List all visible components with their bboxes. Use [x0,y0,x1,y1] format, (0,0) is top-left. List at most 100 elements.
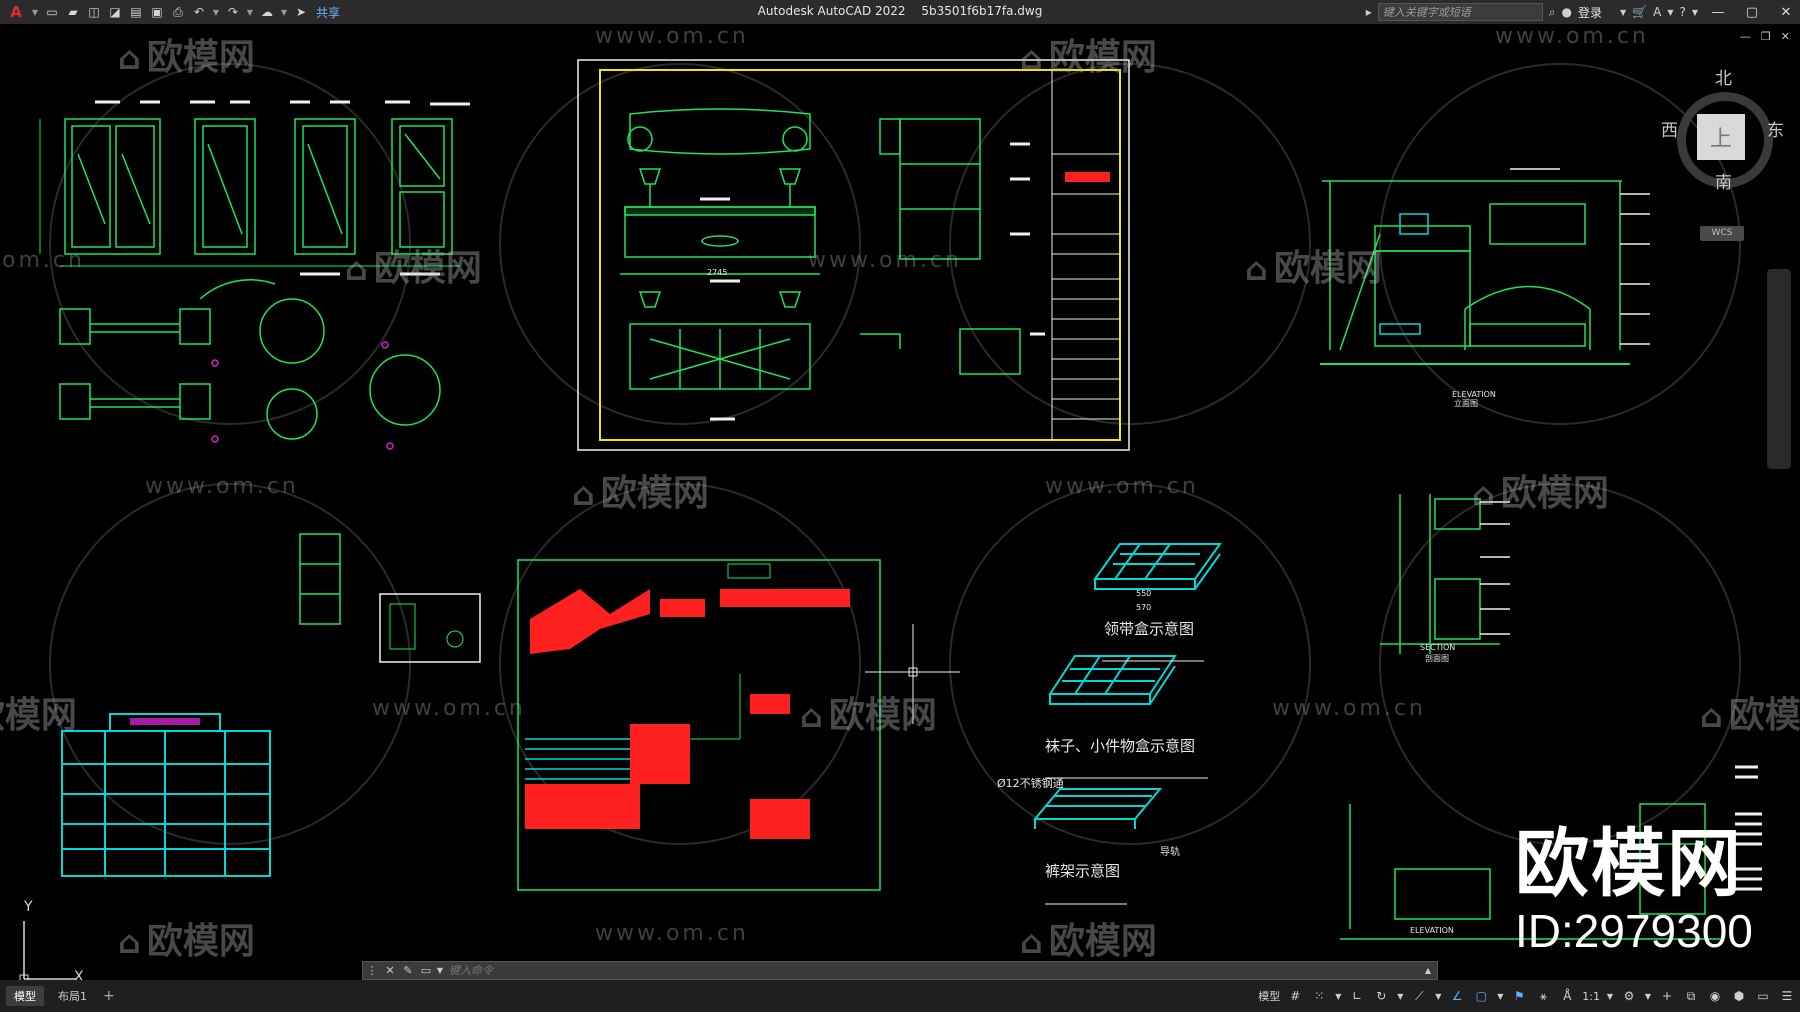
save-web-icon[interactable]: ▣ [149,4,165,20]
dim-2745-label: 2745 [707,268,728,277]
quick-properties-icon[interactable]: ◉ [1706,989,1724,1003]
plot-icon[interactable]: ⎙ [170,4,186,20]
chevron-down-icon[interactable]: ▼ [1334,992,1342,1001]
drawing-close-button[interactable]: ✕ [1781,30,1790,43]
dim-570-label: 570 [1136,603,1152,612]
tab-model[interactable]: 模型 [6,986,44,1006]
watermark-url: www.om.cn [1495,24,1649,49]
maximize-button[interactable]: ▢ [1738,5,1766,20]
customize-dropdown-icon[interactable]: ▼ [280,4,288,20]
tab-layout1[interactable]: 布局1 [50,986,95,1006]
workspace-icon[interactable]: ☁ [259,4,275,20]
watermark-site-cn: 欧模网 [1020,912,1157,964]
navigation-bar[interactable] [1767,269,1791,469]
clean-screen-icon[interactable]: ▭ [1754,989,1772,1003]
open-folder-icon[interactable]: ▰ [65,4,81,20]
undo-icon[interactable]: ↶ [191,4,207,20]
save-as-icon[interactable]: ◪ [107,4,123,20]
plus-icon[interactable]: + [1658,989,1676,1003]
login-button[interactable]: 登录 [1578,4,1602,21]
a360-icon[interactable]: A [1653,5,1661,19]
bed-leaders [1510,168,1650,345]
add-layout-icon[interactable]: + [103,988,115,1004]
status-tools: 模型 # ⁙ ▼ ∟ ↻ ▼ ⟋ ▼ ∠ ▢ ▼ ⚑ ⚹ Å 1:1 ▼ ⚙ ▼… [1258,980,1796,1012]
elevation-cn-label: 立面图 [1454,399,1478,408]
redo-dropdown-icon[interactable]: ▼ [246,4,254,20]
status-bar: 模型 布局1 + 模型 # ⁙ ▼ ∟ ↻ ▼ ⟋ ▼ ∠ ▢ ▼ ⚑ ⚹ Å … [0,980,1800,1012]
pipe-label: Ø12不锈钢通 [997,777,1064,790]
redo-icon[interactable]: ↷ [225,4,241,20]
command-input[interactable] [445,964,1419,977]
elevation-bottom-label: ELEVATION [1410,926,1454,935]
annotation-scale-icon[interactable]: Å [1558,989,1576,1003]
ucs-icon: Y X [14,899,94,980]
help-icon[interactable]: ? [1679,5,1685,19]
compass-east[interactable]: 东 [1767,116,1784,141]
compass-south[interactable]: 南 [1715,168,1732,193]
chevron-right-icon[interactable]: ▸ [1366,5,1372,19]
graphics-performance-icon[interactable]: ⬢ [1730,989,1748,1003]
new-file-icon[interactable]: ▭ [44,4,60,20]
close-button[interactable]: ✕ [1772,5,1800,20]
search-icon[interactable]: ⌕ [1549,5,1556,20]
chevron-up-icon[interactable]: ▲ [1419,966,1437,975]
watermark-site-cn: 欧模网 [1472,464,1609,516]
annotation-visibility-icon[interactable]: ⚑ [1510,989,1528,1003]
units-icon[interactable]: ⧉ [1682,989,1700,1004]
view-cube[interactable]: 上 北 南 西 东 WCS [1661,64,1784,241]
compass-west[interactable]: 西 [1661,116,1678,141]
compass-north[interactable]: 北 [1715,64,1732,89]
watermark-site-cn: 欧模网 [118,28,255,80]
customize-menu-icon[interactable]: ☰ [1778,989,1796,1003]
customize-icon[interactable]: ✎ [399,964,417,977]
undo-dropdown-icon[interactable]: ▼ [212,4,220,20]
socks-box-label: 袜子、小件物盒示意图 [1045,737,1196,755]
watermark-site-cn: 欧模网 [118,912,255,964]
command-history-icon[interactable]: ▭ [417,964,435,977]
chevron-down-icon[interactable]: ▼ [435,966,445,975]
chevron-down-icon[interactable]: ▼ [1496,992,1504,1001]
auto-scale-icon[interactable]: ⚹ [1534,989,1552,1004]
cart-icon[interactable]: 🛒 [1632,5,1647,19]
grid-icon[interactable]: # [1286,989,1304,1003]
search-input[interactable]: 键入关键字或短语 [1377,3,1543,21]
chevron-down-icon[interactable]: ▼ [1667,8,1673,17]
file-name: 5b3501f6b17fa.dwg [921,4,1043,18]
polar-icon[interactable]: ↻ [1372,989,1390,1003]
close-icon[interactable]: ✕ [381,964,399,977]
chevron-down-icon[interactable]: ▼ [1692,8,1698,17]
chevron-down-icon[interactable]: ▼ [1644,992,1652,1001]
object-snap-tracking-icon[interactable]: ∠ [1448,989,1466,1003]
wardrobe-section [1380,494,1500,654]
model-space-button[interactable]: 模型 [1258,988,1280,1004]
chevron-down-icon[interactable]: ▼ [1606,992,1614,1001]
chevron-down-icon[interactable]: ▼ [1396,992,1404,1001]
ortho-icon[interactable]: ∟ [1348,989,1366,1003]
center-dim-labels [700,142,1045,421]
door-plan-sections [59,279,441,440]
title-bar: A ▼ ▭ ▰ ◫ ◪ ▤ ▣ ⎙ ↶ ▼ ↷ ▼ ☁ ▼ ➤ 共享 Autod… [0,0,1800,24]
share-icon[interactable]: ➤ [293,4,309,20]
rail-label: 导轨 [1160,847,1180,858]
snap-icon[interactable]: ⁙ [1310,989,1328,1003]
minimize-button[interactable]: — [1704,5,1732,20]
grip-icon[interactable]: ⋮ [363,964,381,977]
open-web-icon[interactable]: ▤ [128,4,144,20]
drawing-canvas[interactable]: 欧模网 www.om.cn 欧模网 www.om.cn om.cn 欧模网 ww… [0,24,1800,980]
autocad-logo-icon[interactable]: A [6,3,26,21]
workspace-gear-icon[interactable]: ⚙ [1620,989,1638,1003]
annotation-scale-value[interactable]: 1:1 [1582,990,1600,1003]
wcs-menu[interactable]: WCS [1700,226,1744,241]
chevron-down-icon[interactable]: ▼ [31,4,39,20]
ucs-x-label: X [74,969,84,980]
save-icon[interactable]: ◫ [86,4,102,20]
share-button[interactable]: 共享 [316,4,340,21]
chevron-down-icon[interactable]: ▼ [1434,992,1442,1001]
user-icon[interactable]: ● [1561,5,1571,19]
drawing-minimize-button[interactable]: — [1740,30,1751,43]
view-cube-top-face[interactable]: 上 [1697,114,1745,160]
chevron-down-icon[interactable]: ▼ [1620,8,1626,17]
drawing-restore-button[interactable]: ❐ [1761,30,1771,43]
object-snap-icon[interactable]: ▢ [1472,989,1490,1003]
isodraft-icon[interactable]: ⟋ [1410,989,1428,1004]
